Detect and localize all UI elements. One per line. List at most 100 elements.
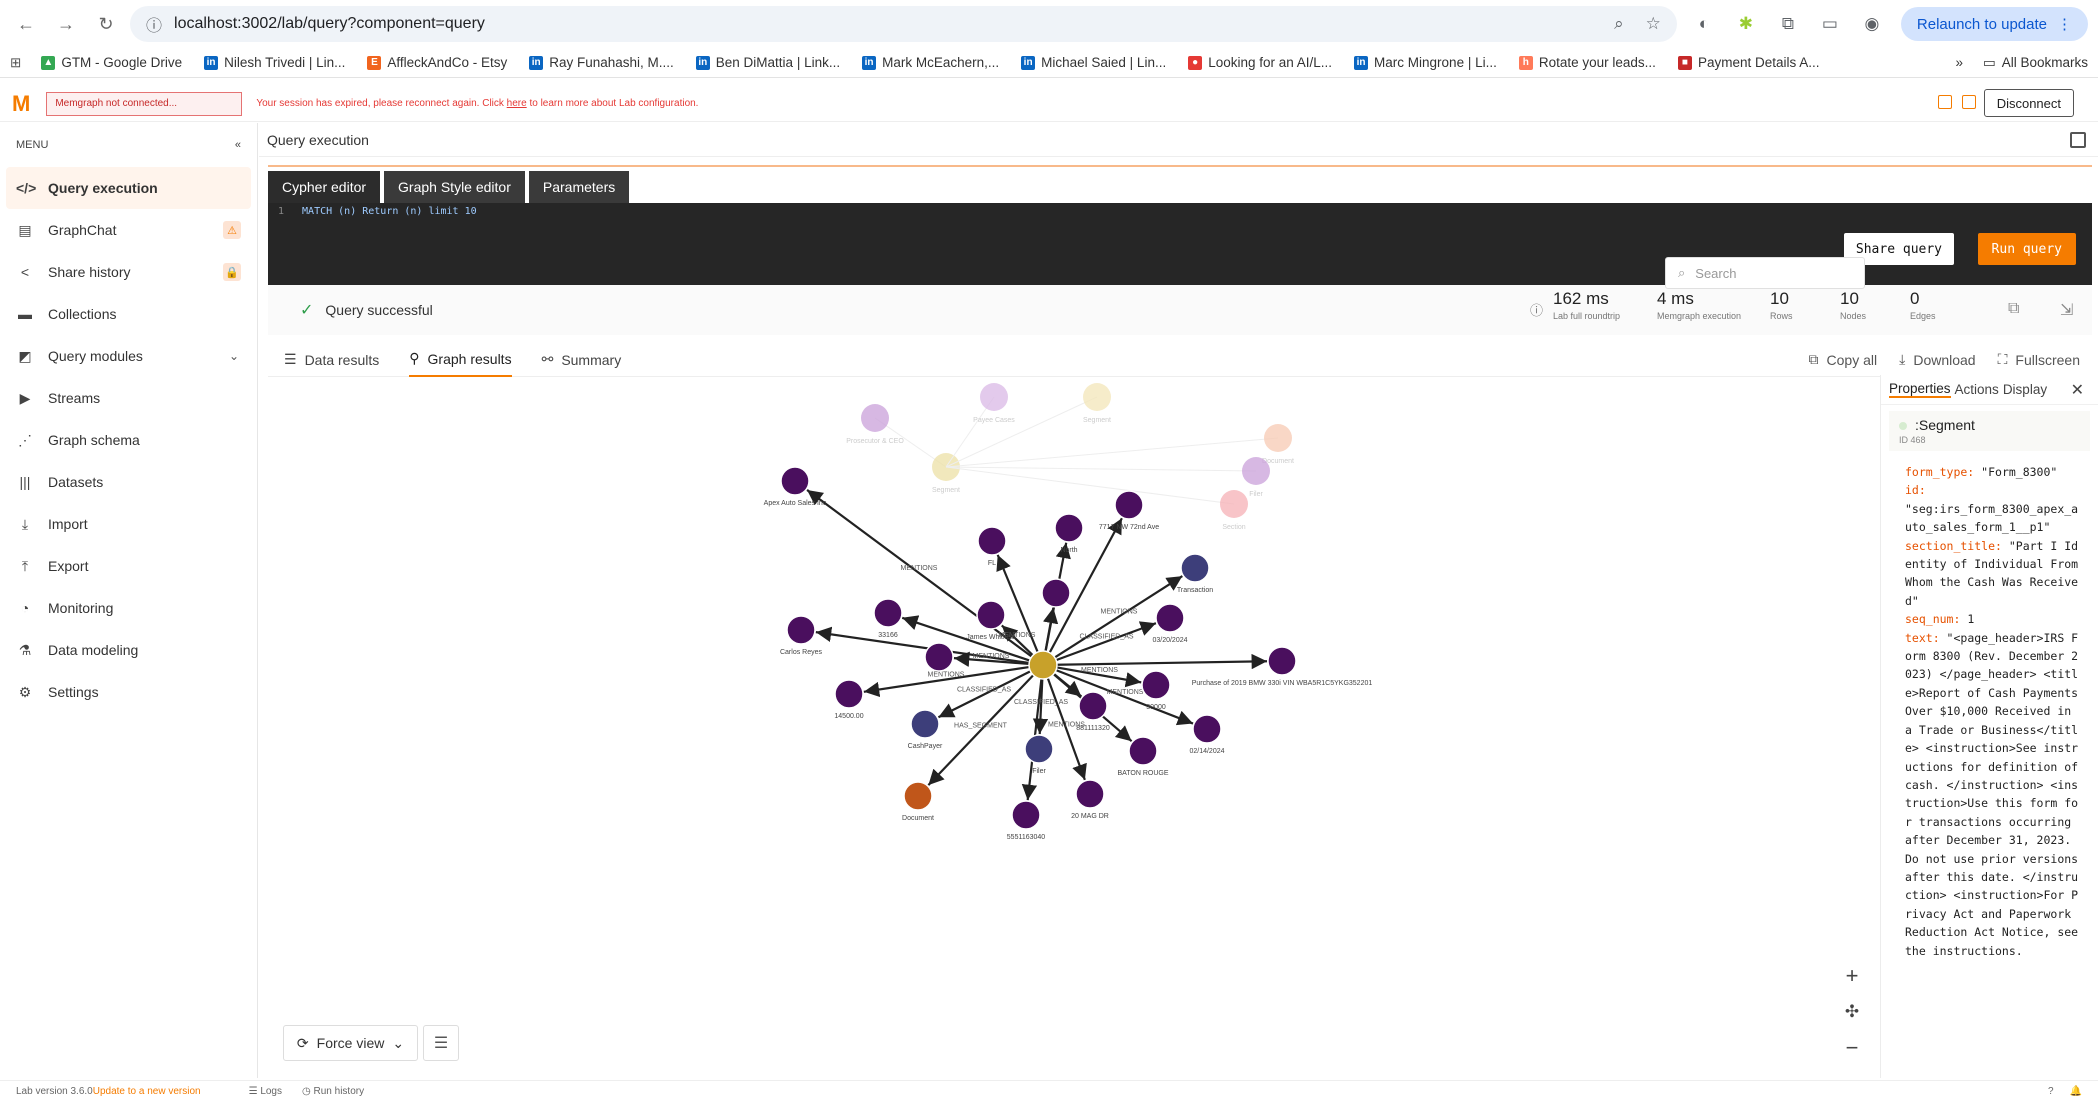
sidebar-item-query-execution[interactable]: </> Query execution: [6, 167, 251, 209]
sidebar-item-import[interactable]: ⤓ Import: [0, 503, 257, 545]
tab-search-icon[interactable]: ▭: [1815, 9, 1845, 39]
graph-node[interactable]: [1192, 714, 1222, 744]
bookmark-item[interactable]: ● Looking for an AI/L...: [1188, 55, 1332, 70]
graph-node[interactable]: [1114, 490, 1144, 520]
apps-icon[interactable]: ⊞: [10, 55, 21, 71]
bookmark-item[interactable]: in Michael Saied | Lin...: [1021, 55, 1166, 70]
bookmark-item[interactable]: in Ben DiMattia | Link...: [695, 55, 840, 70]
all-bookmarks[interactable]: ▭ All Bookmarks: [1983, 55, 2088, 71]
faded-node[interactable]: [1242, 457, 1270, 485]
graph-search-input[interactable]: ⌕ Search: [1665, 257, 1865, 289]
bookmark-item[interactable]: in Nilesh Trivedi | Lin...: [204, 55, 345, 70]
graph-edge[interactable]: [1056, 653, 1268, 670]
graph-node[interactable]: [910, 709, 940, 739]
tab-graph-style-editor[interactable]: Graph Style editor: [384, 171, 525, 203]
reload-icon[interactable]: ↻: [90, 8, 122, 40]
help-icon[interactable]: ?: [2048, 1086, 2054, 1097]
graph-node[interactable]: [1075, 779, 1105, 809]
bookmark-item[interactable]: in Ray Funahashi, M....: [529, 55, 674, 70]
graph-node[interactable]: [1078, 691, 1108, 721]
panel-icon[interactable]: [1962, 95, 1976, 109]
graph-node[interactable]: [873, 598, 903, 628]
sidebar-item-graphchat[interactable]: ▤ GraphChat ⚠: [0, 209, 257, 251]
forward-icon[interactable]: →: [50, 8, 82, 40]
sidebar-item-export[interactable]: ⤒ Export: [0, 545, 257, 587]
layout-icon[interactable]: [1938, 95, 1952, 109]
puzzle-icon[interactable]: ⧉: [1773, 9, 1803, 39]
graph-node[interactable]: [780, 466, 810, 496]
tab-parameters[interactable]: Parameters: [528, 171, 630, 203]
graph-node[interactable]: [834, 679, 864, 709]
bell-icon[interactable]: 🔔: [2070, 1086, 2082, 1097]
graph-settings-button[interactable]: ☰: [423, 1025, 459, 1061]
url-text[interactable]: localhost:3002/lab/query?component=query: [174, 15, 485, 33]
faded-node[interactable]: [861, 404, 889, 432]
tab-summary[interactable]: ⚯ Summary: [542, 343, 622, 377]
graph-svg[interactable]: Prosecutor & CEO Segment Document Filer Sect…: [268, 379, 1868, 1059]
tab-graph-results[interactable]: ⚲ Graph results: [409, 343, 512, 377]
zoom-icon[interactable]: ⌕: [1614, 14, 1624, 34]
session-help-link[interactable]: here: [507, 98, 527, 109]
address-bar[interactable]: ⓘ localhost:3002/lab/query?component=que…: [130, 6, 1677, 42]
close-icon[interactable]: ✕: [2071, 380, 2084, 400]
expand-icon[interactable]: [2070, 132, 2086, 148]
zoom-out-button[interactable]: −: [1838, 1034, 1866, 1062]
graph-node[interactable]: [1054, 513, 1084, 543]
copy-icon[interactable]: ⧉: [2008, 300, 2019, 318]
graph-edge[interactable]: [1055, 621, 1157, 662]
graph-node[interactable]: [1024, 734, 1054, 764]
faded-node[interactable]: [1220, 490, 1248, 518]
extension-icon[interactable]: ✱: [1731, 9, 1761, 39]
sidebar-item-monitoring[interactable]: ◔ Monitoring: [0, 587, 257, 629]
graph-node[interactable]: [976, 600, 1006, 630]
tab-data-results[interactable]: ☰ Data results: [284, 343, 379, 377]
bookmark-item[interactable]: ■ Payment Details A...: [1677, 55, 1820, 70]
disconnect-button[interactable]: Disconnect: [1983, 89, 2074, 117]
copy-all-button[interactable]: ⧉ Copy all: [1809, 351, 1878, 368]
graph-center-node[interactable]: [1028, 650, 1058, 680]
tab-actions[interactable]: Actions: [1955, 382, 1999, 397]
sidebar-item-collections[interactable]: ▬ Collections: [0, 293, 257, 335]
graph-node[interactable]: [1141, 670, 1171, 700]
zoom-in-button[interactable]: +: [1838, 962, 1866, 990]
graph-node[interactable]: [924, 642, 954, 672]
bookmark-item[interactable]: in Marc Mingrone | Li...: [1354, 55, 1497, 70]
graph-node[interactable]: [977, 526, 1007, 556]
update-link[interactable]: Update to a new version: [93, 1086, 201, 1097]
graph-node[interactable]: [903, 781, 933, 811]
extension-icon[interactable]: ◐: [1689, 9, 1719, 39]
run-query-button[interactable]: Run query: [1977, 233, 2076, 265]
sidebar-item-graph-schema[interactable]: ⋰ Graph schema: [0, 419, 257, 461]
bookmark-item[interactable]: in Mark McEachern,...: [862, 55, 999, 70]
center-view-button[interactable]: ✣: [1838, 998, 1866, 1026]
graph-edge[interactable]: [1043, 607, 1059, 652]
tab-properties[interactable]: Properties: [1889, 381, 1951, 398]
graph-node[interactable]: [1128, 736, 1158, 766]
graph-node[interactable]: [1180, 553, 1210, 583]
fullscreen-button[interactable]: ⛶ Fullscreen: [1998, 351, 2080, 368]
info-icon[interactable]: ⓘ: [1530, 300, 1543, 319]
code-text[interactable]: MATCH (n) Return (n) limit 10: [302, 206, 477, 217]
profile-icon[interactable]: ◉: [1857, 9, 1887, 39]
sidebar-item-query-modules[interactable]: ◩ Query modules ⌄: [0, 335, 257, 377]
force-view-select[interactable]: ⟳ Force view ⌄: [283, 1025, 418, 1061]
graph-node[interactable]: [1041, 578, 1071, 608]
sidebar-item-data-modeling[interactable]: ⚗ Data modeling: [0, 629, 257, 671]
collapse-icon[interactable]: «: [235, 139, 241, 151]
tab-cypher-editor[interactable]: Cypher editor: [268, 171, 381, 203]
relaunch-button[interactable]: Relaunch to update ⋮: [1900, 7, 2088, 41]
graph-canvas[interactable]: Prosecutor & CEO Segment Document Filer Sect…: [268, 379, 1868, 1059]
bookmark-star-icon[interactable]: ☆: [1646, 14, 1661, 34]
tab-display[interactable]: Display: [2003, 382, 2047, 397]
logs-button[interactable]: ☰ Logs: [249, 1086, 282, 1097]
graph-node[interactable]: [786, 615, 816, 645]
faded-node[interactable]: [1264, 424, 1292, 452]
site-info-icon[interactable]: ⓘ: [146, 12, 162, 36]
graph-node[interactable]: [1155, 603, 1185, 633]
download-button[interactable]: ⤓ Download: [1899, 351, 1975, 368]
faded-node[interactable]: [980, 383, 1008, 411]
sidebar-item-streams[interactable]: ▶ Streams: [0, 377, 257, 419]
sidebar-item-share-history[interactable]: < Share history 🔒: [0, 251, 257, 293]
export-icon[interactable]: ⇲: [2060, 300, 2073, 320]
back-icon[interactable]: ←: [10, 8, 42, 40]
